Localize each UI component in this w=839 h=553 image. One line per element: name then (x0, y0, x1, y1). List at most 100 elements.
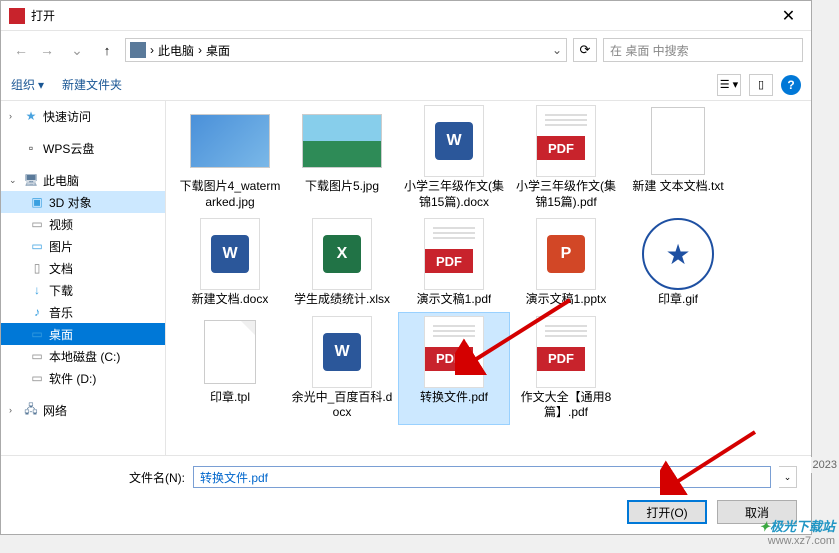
nav-bar: ← → ⌄ ↑ › 此电脑 › 桌面 ⌄ ⟳ 在 桌面 中搜索 (1, 31, 811, 69)
file-label: 新建 文本文档.txt (632, 179, 723, 195)
sidebar-music[interactable]: ♪音乐 (1, 301, 165, 323)
file-item[interactable]: PDF 转换文件.pdf (398, 312, 510, 425)
file-item[interactable]: X学生成绩统计.xlsx (286, 214, 398, 312)
breadcrumb-dropdown-icon[interactable]: ⌄ (552, 43, 562, 57)
title-bar: 打开 ✕ (1, 1, 811, 31)
file-label: 演示文稿1.pdf (417, 292, 492, 308)
download-icon: ↓ (29, 282, 45, 298)
star-icon: ★ (23, 108, 39, 124)
app-icon (9, 8, 25, 24)
file-item[interactable]: P演示文稿1.pptx (510, 214, 622, 312)
sidebar-quick-access[interactable]: ›★快速访问 (1, 105, 165, 127)
disk-icon: ▭ (29, 348, 45, 364)
chevron-down-icon: ▾ (38, 78, 44, 92)
file-label: 转换文件.pdf (420, 390, 488, 406)
file-thumbnail (638, 218, 718, 290)
file-label: 学生成绩统计.xlsx (294, 292, 390, 308)
pc-icon: 🖥 (23, 172, 39, 188)
sidebar-disk-d[interactable]: ▭软件 (D:) (1, 367, 165, 389)
breadcrumb-loc[interactable]: 桌面 (206, 42, 230, 59)
file-item[interactable]: PDF作文大全【通用8篇】.pdf (510, 312, 622, 425)
preview-pane-button[interactable]: ▯ (749, 74, 773, 96)
cube-icon: ▣ (29, 194, 45, 210)
filename-input[interactable] (193, 466, 771, 488)
document-icon: ▯ (29, 260, 45, 276)
breadcrumb[interactable]: › 此电脑 › 桌面 ⌄ (125, 38, 567, 62)
file-label: 印章.tpl (210, 390, 250, 406)
file-thumbnail: W (190, 218, 270, 290)
nav-back-icon[interactable]: ← (9, 38, 33, 62)
window-title: 打开 (31, 7, 55, 24)
file-item[interactable]: 下载图片5.jpg (286, 101, 398, 214)
close-button[interactable]: ✕ (766, 1, 811, 31)
filename-dropdown-icon[interactable]: ⌄ (779, 466, 797, 488)
sidebar-videos[interactable]: ▭视频 (1, 213, 165, 235)
file-thumbnail: PDF (526, 105, 606, 177)
network-icon: 🖧 (23, 402, 39, 418)
file-thumbnail (190, 105, 270, 177)
file-label: 余光中_百度百科.docx (290, 390, 394, 421)
cloud-icon: ▫ (23, 140, 39, 156)
bottom-area: 文件名(N): ⌄ 打开(O) 取消 (1, 455, 811, 534)
organize-menu[interactable]: 组织 ▾ (11, 76, 44, 93)
sidebar-network[interactable]: ›🖧网络 (1, 399, 165, 421)
sidebar-wps[interactable]: ▫WPS云盘 (1, 137, 165, 159)
expand-icon[interactable]: ⌄ (9, 175, 19, 186)
nav-up-icon[interactable]: ↑ (95, 38, 119, 62)
file-item[interactable]: 印章.gif (622, 214, 734, 312)
file-label: 印章.gif (658, 292, 698, 308)
watermark: ✦极光下载站 www.xz7.com (759, 516, 835, 547)
file-item[interactable]: 新建 文本文档.txt (622, 101, 734, 214)
collapse-icon[interactable]: › (9, 111, 19, 121)
file-thumbnail: PDF (414, 316, 494, 388)
star-icon: ✦ (759, 519, 770, 534)
file-item[interactable]: W余光中_百度百科.docx (286, 312, 398, 425)
file-item[interactable]: PDF演示文稿1.pdf (398, 214, 510, 312)
picture-icon: ▭ (29, 238, 45, 254)
file-label: 下载图片5.jpg (305, 179, 379, 195)
file-grid[interactable]: 下载图片4_watermarked.jpg下载图片5.jpgW小学三年级作文(集… (166, 101, 811, 455)
new-folder-button[interactable]: 新建文件夹 (62, 76, 122, 93)
search-input[interactable]: 在 桌面 中搜索 (603, 38, 803, 62)
nav-recent-icon[interactable]: ⌄ (65, 38, 89, 62)
file-thumbnail: W (302, 316, 382, 388)
sidebar-3d-objects[interactable]: ▣3D 对象 (1, 191, 165, 213)
file-item[interactable]: W小学三年级作文(集锦15篇).docx (398, 101, 510, 214)
file-label: 下载图片4_watermarked.jpg (178, 179, 282, 210)
breadcrumb-pc[interactable]: 此电脑 (158, 42, 194, 59)
filename-label: 文件名(N): (15, 469, 185, 486)
file-thumbnail (302, 105, 382, 177)
file-label: 作文大全【通用8篇】.pdf (514, 390, 618, 421)
nav-forward-icon[interactable]: → (35, 38, 59, 62)
sidebar-desktop[interactable]: ▭桌面 (1, 323, 165, 345)
file-thumbnail (638, 105, 718, 177)
open-button[interactable]: 打开(O) (627, 500, 707, 524)
sidebar-downloads[interactable]: ↓下载 (1, 279, 165, 301)
file-thumbnail: PDF (526, 316, 606, 388)
side-date: 2023 (811, 457, 839, 473)
file-label: 新建文档.docx (192, 292, 269, 308)
breadcrumb-sep: › (198, 43, 202, 57)
file-item[interactable]: 印章.tpl (174, 312, 286, 425)
collapse-icon[interactable]: › (9, 405, 19, 415)
pc-icon (130, 42, 146, 58)
sidebar-this-pc[interactable]: ⌄🖥此电脑 (1, 169, 165, 191)
file-item[interactable]: 下载图片4_watermarked.jpg (174, 101, 286, 214)
file-item[interactable]: PDF小学三年级作文(集锦15篇).pdf (510, 101, 622, 214)
refresh-button[interactable]: ⟳ (573, 38, 597, 62)
open-dialog: 打开 ✕ ← → ⌄ ↑ › 此电脑 › 桌面 ⌄ ⟳ 在 桌面 中搜索 组织 … (0, 0, 812, 535)
file-thumbnail: W (414, 105, 494, 177)
disk-icon: ▭ (29, 370, 45, 386)
file-item[interactable]: W 新建文档.docx (174, 214, 286, 312)
file-thumbnail (190, 316, 270, 388)
view-mode-button[interactable]: ☰ ▾ (717, 74, 741, 96)
sidebar-documents[interactable]: ▯文档 (1, 257, 165, 279)
sidebar-disk-c[interactable]: ▭本地磁盘 (C:) (1, 345, 165, 367)
file-label: 演示文稿1.pptx (526, 292, 607, 308)
file-label: 小学三年级作文(集锦15篇).pdf (514, 179, 618, 210)
file-label: 小学三年级作文(集锦15篇).docx (402, 179, 506, 210)
help-button[interactable]: ? (781, 75, 801, 95)
video-icon: ▭ (29, 216, 45, 232)
main-area: ›★快速访问 ▫WPS云盘 ⌄🖥此电脑 ▣3D 对象 ▭视频 ▭图片 ▯文档 ↓… (1, 101, 811, 455)
sidebar-pictures[interactable]: ▭图片 (1, 235, 165, 257)
